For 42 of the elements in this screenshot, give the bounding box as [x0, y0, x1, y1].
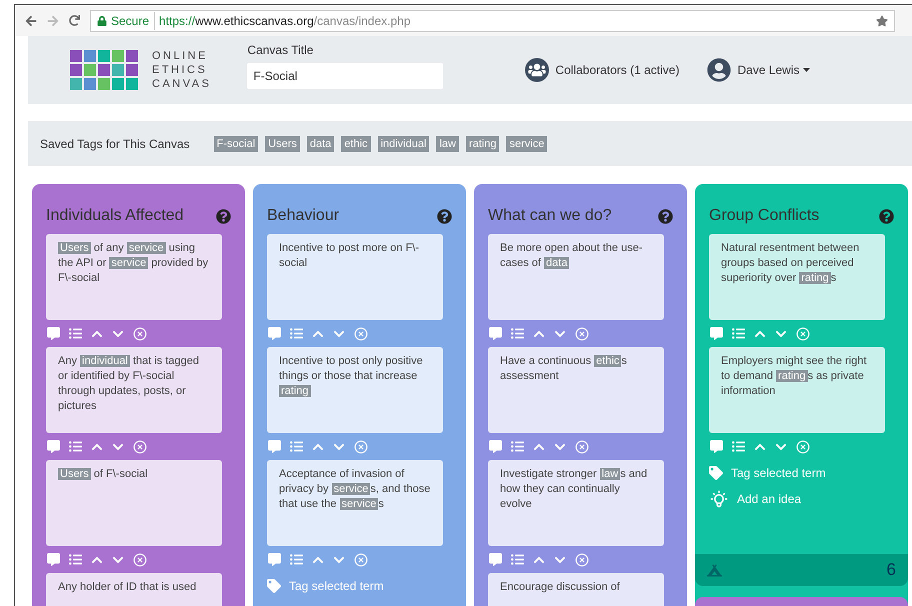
idea-count: 6 [886, 559, 896, 582]
note-text: Encourage discussion of [500, 580, 621, 595]
note-text: Any individual that is tagged or identified by F\-social through updates, posts, or pictures [58, 354, 200, 414]
user-menu[interactable]: Dave Lewis [737, 61, 810, 79]
note-card[interactable]: Any individual that is tagged or identified by F\-social through updates, posts, or pictures [46, 347, 222, 433]
logo-text: ETHICS [152, 63, 208, 77]
note-text: Any holder of ID that is used [58, 580, 198, 595]
note-text: Be more open about the use-cases of data [500, 241, 644, 271]
note-card[interactable]: Any holder of ID that is used [46, 573, 222, 606]
saved-tags-label: Saved Tags for This Canvas [40, 136, 190, 152]
note-text: Acceptance of invasion of privacy by service s, and those that use the service s [279, 467, 431, 512]
title-field[interactable]: F-Social [247, 63, 444, 89]
logo-text: CANVAS [152, 77, 212, 91]
collaborators-link[interactable]: Collaborators (1 active) [555, 61, 680, 79]
note-text: Natural resentment between groups based on perceived superiority over rating s [721, 241, 860, 286]
note-text: Investigate stronger law s and how they can continually evolve [500, 467, 648, 512]
field-label: Canvas Title [247, 42, 314, 59]
note-card[interactable]: Investigate stronger law s and how they can continually evolve [488, 460, 664, 546]
url-text: https://www.ethicscanvas.org/canvas/index.php [159, 12, 411, 30]
logo-text: ONLINE [152, 49, 209, 63]
note-text: Incentive to post more on F\-social [279, 241, 420, 271]
note-text: Have a continuous ethic s assessment [500, 354, 628, 384]
note-card[interactable]: Incentive to post more on F\-social [267, 234, 443, 320]
note-card[interactable]: Employers might see the right to demand rating s as private information [709, 347, 885, 433]
column-title: What can we do? [488, 206, 612, 226]
secure-label: Secure [111, 12, 156, 30]
column-title: Individuals Affected [46, 206, 184, 226]
note-text: Employers might see the right to demand rating s as private information [721, 354, 868, 399]
note-card[interactable]: Users of any service using the API or service provided by F\-social [46, 234, 222, 320]
address-bar[interactable]: Secure https://www.ethicscanvas.org/canvas/index.php [90, 10, 895, 32]
note-card[interactable]: Have a continuous ethic s assessment [488, 347, 664, 433]
note-text: Incentive to post only positive things or those that increase rating [279, 354, 424, 399]
column-title: Group Conflicts [709, 206, 820, 226]
note-card[interactable]: Users of F\-social [46, 460, 222, 546]
column-title: Behaviour [267, 206, 340, 226]
note-card[interactable]: Incentive to post only positive things or those that increase rating [267, 347, 443, 433]
note-card[interactable]: Be more open about the use-cases of data [488, 234, 664, 320]
note-card[interactable]: Encourage discussion of [488, 573, 664, 606]
note-text: Users of F\-social [58, 467, 149, 482]
note-text: Users of any service using the API or service provided by F\-social [58, 241, 210, 286]
note-card[interactable]: Natural resentment between groups based on perceived superiority over rating s [709, 234, 885, 320]
note-card[interactable]: Acceptance of invasion of privacy by service s, and those that use the service s [267, 460, 443, 546]
